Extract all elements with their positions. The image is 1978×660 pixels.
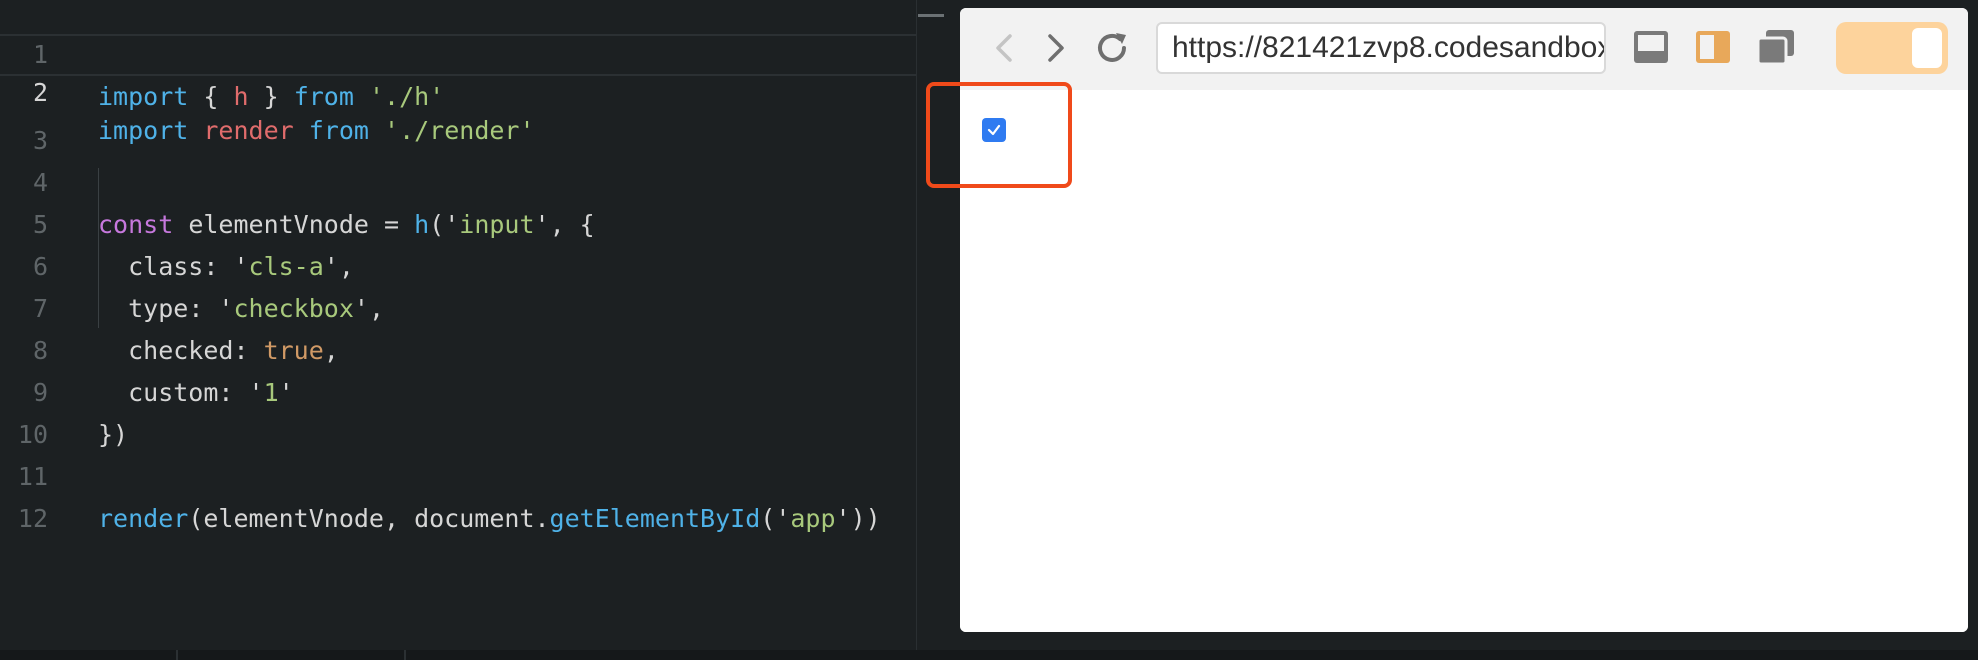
- url-input[interactable]: https://821421zvp8.codesandbox.io/: [1156, 22, 1606, 74]
- footer-tab[interactable]: [176, 650, 406, 660]
- browser-toolbar: https://821421zvp8.codesandbox.io/: [960, 8, 1968, 91]
- code-line-8: 8 custom: '1': [0, 288, 916, 407]
- code-line-5: 5 class: 'cls-a',: [0, 162, 916, 281]
- pane-divider[interactable]: [916, 0, 917, 650]
- preview-content: [960, 90, 1968, 632]
- split-view-icon[interactable]: [1694, 28, 1734, 68]
- console-panel-icon[interactable]: [1632, 28, 1672, 68]
- highlight-annotation: [926, 82, 1072, 188]
- code-line-10: 10: [0, 372, 916, 449]
- url-text: https://821421zvp8.codesandbox.io/: [1172, 31, 1606, 64]
- forward-icon[interactable]: [1036, 28, 1076, 68]
- code-text: render(elementVnode, document.getElement…: [98, 504, 881, 533]
- back-icon[interactable]: [984, 28, 1024, 68]
- code-line-3: 3: [0, 78, 916, 155]
- code-line-7: 7 checked: true,: [0, 246, 916, 365]
- minimize-icon[interactable]: [918, 14, 944, 17]
- code-line-11: 11 render(elementVnode, document.getElem…: [0, 414, 916, 533]
- code-line-12: 12: [0, 456, 916, 533]
- footer-tab[interactable]: [404, 650, 576, 660]
- theme-toggle[interactable]: [1836, 22, 1948, 74]
- code-editor[interactable]: 1 import { h } from './h' 2 import rende…: [0, 0, 916, 660]
- toggle-knob: [1912, 28, 1942, 68]
- code-line-6: 6 type: 'checkbox',: [0, 204, 916, 323]
- browser-preview: https://821421zvp8.codesandbox.io/: [960, 8, 1968, 632]
- code-line-9: 9 }): [0, 330, 916, 449]
- line-number: 12: [17, 504, 48, 533]
- new-window-icon[interactable]: [1756, 28, 1796, 68]
- indent-guide: [98, 168, 99, 328]
- refresh-icon[interactable]: [1092, 28, 1132, 68]
- code-line-2: 2 import render from './render': [0, 34, 916, 145]
- code-line-1: 1 import { h } from './h': [0, 0, 916, 111]
- code-line-4: 4 const elementVnode = h('input', {: [0, 120, 916, 239]
